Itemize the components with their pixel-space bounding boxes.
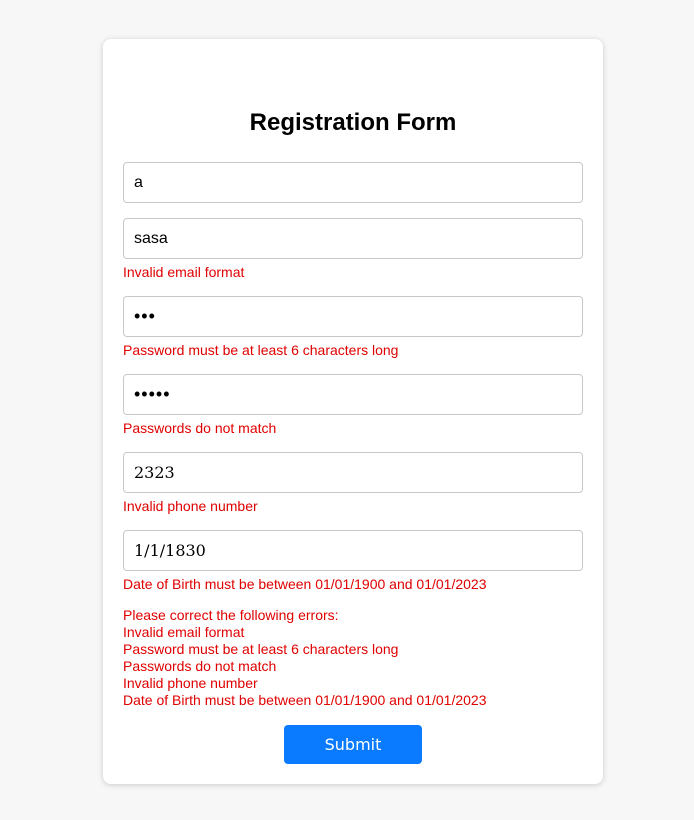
password-input[interactable] <box>123 296 583 337</box>
name-field-group <box>123 162 583 203</box>
error-summary-item: Passwords do not match <box>123 658 277 674</box>
error-summary-item: Password must be at least 6 characters l… <box>123 641 399 657</box>
registration-card: Registration Form Invalid email format P… <box>103 39 603 784</box>
password-field-group: Password must be at least 6 characters l… <box>123 296 583 359</box>
error-summary-item: Date of Birth must be between 01/01/1900… <box>123 692 487 708</box>
error-summary-item: Invalid phone number <box>123 675 258 691</box>
error-summary: Please correct the following errors: Inv… <box>123 607 583 709</box>
confirm-password-input[interactable] <box>123 374 583 415</box>
error-summary-item: Invalid email format <box>123 624 245 640</box>
email-field-group: Invalid email format <box>123 218 583 281</box>
phone-input[interactable] <box>123 452 583 493</box>
dob-input[interactable] <box>123 530 583 571</box>
confirm-password-error: Passwords do not match <box>123 420 277 436</box>
confirm-password-field-group: Passwords do not match <box>123 374 583 437</box>
dob-field-group: Date of Birth must be between 01/01/1900… <box>123 530 583 593</box>
password-error: Password must be at least 6 characters l… <box>123 342 399 358</box>
submit-button[interactable]: Submit <box>284 725 422 764</box>
email-input[interactable] <box>123 218 583 259</box>
name-input[interactable] <box>123 162 583 203</box>
email-error: Invalid email format <box>123 264 245 280</box>
phone-error: Invalid phone number <box>123 498 258 514</box>
form-title: Registration Form <box>249 109 457 136</box>
error-summary-heading: Please correct the following errors: <box>123 607 339 623</box>
phone-field-group: Invalid phone number <box>123 452 583 515</box>
dob-error: Date of Birth must be between 01/01/1900… <box>123 576 487 592</box>
